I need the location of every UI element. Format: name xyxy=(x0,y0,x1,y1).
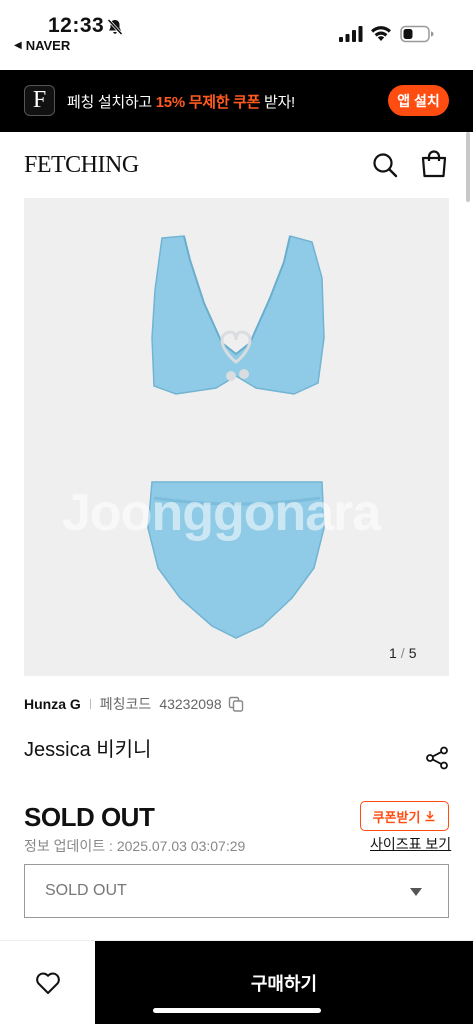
product-code-label: 페칭코드 xyxy=(99,696,152,712)
image-counter-current: 1 xyxy=(389,645,397,661)
product-code-value: 43232098 xyxy=(159,696,222,712)
promo-text: 페칭 설치하고 15% 무제한 쿠폰 받자! xyxy=(67,91,295,112)
site-logo[interactable]: FETCHING xyxy=(24,152,139,179)
bikini-product-image xyxy=(147,235,325,639)
page-scrollbar[interactable] xyxy=(466,132,470,202)
battery-icon xyxy=(400,25,434,43)
update-timestamp: 정보 업데이트 : 2025.07.03 03:07:29 xyxy=(24,838,246,854)
install-app-button[interactable]: 앱 설치 xyxy=(388,85,449,116)
back-arrow-icon: ◀ xyxy=(14,40,22,51)
get-coupon-button[interactable]: 쿠폰받기 xyxy=(360,801,449,831)
price-status: SOLD OUT xyxy=(24,802,155,832)
status-bar: 12:33 ◀ NAVER xyxy=(0,0,473,70)
shopping-bag-icon[interactable] xyxy=(421,150,447,178)
promo-text-after: 받자! xyxy=(260,94,295,111)
coupon-label: 쿠폰받기 xyxy=(372,809,421,825)
share-icon[interactable] xyxy=(425,746,449,770)
product-brand-link[interactable]: Hunza G xyxy=(24,696,81,712)
wifi-icon xyxy=(371,26,391,41)
fetching-app-logo: F xyxy=(24,85,55,116)
image-counter: 1/5 xyxy=(389,645,449,661)
watermark-text: Joonggonara xyxy=(62,484,381,542)
image-counter-separator: / xyxy=(400,645,405,661)
meta-divider xyxy=(89,699,91,709)
status-time: 12:33 xyxy=(48,14,105,37)
bikini-top-image xyxy=(151,235,325,395)
download-icon xyxy=(425,811,435,822)
size-chart-link[interactable]: 사이즈표 보기 xyxy=(370,834,451,854)
product-meta-row: Hunza G 페칭코드 43232098 xyxy=(24,694,244,714)
heart-icon xyxy=(35,972,60,994)
back-app-label: NAVER xyxy=(25,38,71,53)
app-install-banner: F 페칭 설치하고 15% 무제한 쿠폰 받자! 앱 설치 xyxy=(0,70,473,132)
option-select-value: SOLD OUT xyxy=(45,882,127,899)
image-counter-total: 5 xyxy=(408,645,417,661)
back-to-app-link[interactable]: ◀ NAVER xyxy=(14,38,70,53)
product-title: Jessica 비키니 xyxy=(24,739,152,761)
promo-text-before: 페칭 설치하고 xyxy=(67,94,156,111)
promo-text-highlight: 15% 무제한 쿠폰 xyxy=(155,94,261,111)
signal-icon xyxy=(339,26,363,42)
home-indicator[interactable] xyxy=(153,1008,321,1013)
copy-icon[interactable] xyxy=(228,696,244,712)
product-image-gallery[interactable]: Joonggonara 1/5 xyxy=(24,198,449,676)
search-icon[interactable] xyxy=(372,152,398,178)
chevron-down-icon xyxy=(410,888,422,896)
site-header: FETCHING xyxy=(0,132,473,198)
option-select[interactable]: SOLD OUT xyxy=(24,864,449,918)
wishlist-button[interactable] xyxy=(0,941,95,1024)
bell-slash-icon xyxy=(107,18,123,36)
